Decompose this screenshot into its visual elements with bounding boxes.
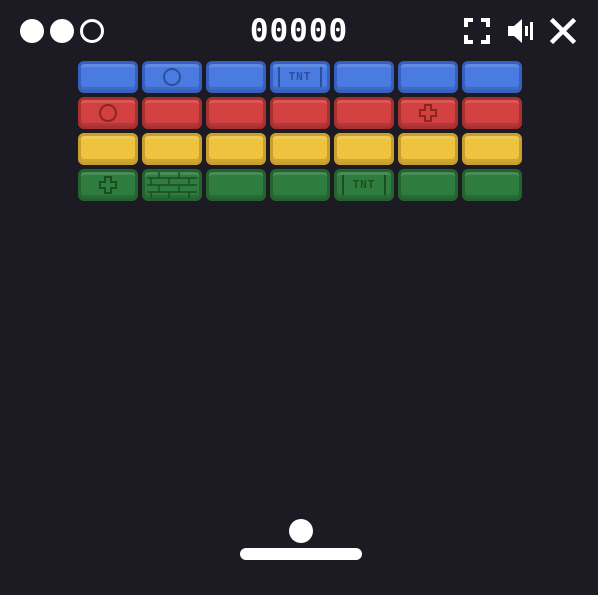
life-full-icon (50, 19, 74, 43)
brick-yellow (78, 133, 138, 165)
brick-blue (78, 61, 138, 93)
plus-icon (99, 176, 117, 194)
brick-green (270, 169, 330, 201)
brick-red (334, 97, 394, 129)
lives-indicator (20, 19, 104, 43)
tnt-label: TNT (352, 178, 376, 191)
brick-green (398, 169, 458, 201)
brick-red (462, 97, 522, 129)
brick-wall-icon (147, 172, 197, 198)
brick-yellow (270, 133, 330, 165)
fullscreen-button[interactable] (462, 16, 492, 46)
brick-blue (206, 61, 266, 93)
brick-blue (334, 61, 394, 93)
brick-yellow (142, 133, 202, 165)
brick-green-wall (142, 169, 202, 201)
brick-green-tnt: TNT (334, 169, 394, 201)
brick-red (206, 97, 266, 129)
sound-button[interactable] (506, 16, 536, 46)
brick-blue-circle (142, 61, 202, 93)
brick-green (206, 169, 266, 201)
tnt-crate-icon: TNT (342, 175, 386, 195)
fullscreen-icon (464, 18, 490, 44)
multiball-icon (163, 68, 181, 86)
brick-yellow (462, 133, 522, 165)
ball (289, 519, 313, 543)
speaker-icon (508, 19, 533, 43)
life-full-icon (20, 19, 44, 43)
brick-red-circle (78, 97, 138, 129)
game-stage[interactable]: 00000 TNT TNT (0, 0, 598, 595)
brick-yellow (206, 133, 266, 165)
close-button[interactable] (548, 16, 578, 46)
brick-red-plus (398, 97, 458, 129)
brick-green-plus (78, 169, 138, 201)
brick-blue-tnt: TNT (270, 61, 330, 93)
brick-red (270, 97, 330, 129)
close-icon (549, 17, 577, 45)
tnt-label: TNT (288, 70, 312, 83)
brick-yellow (398, 133, 458, 165)
brick-red (142, 97, 202, 129)
score-display: 00000 (249, 13, 349, 49)
brick-blue (462, 61, 522, 93)
multiball-icon (99, 104, 117, 122)
life-empty-icon (80, 19, 104, 43)
plus-icon (419, 104, 437, 122)
paddle[interactable] (240, 548, 362, 560)
brick-yellow (334, 133, 394, 165)
brick-green (462, 169, 522, 201)
brick-blue (398, 61, 458, 93)
tnt-crate-icon: TNT (278, 67, 322, 87)
